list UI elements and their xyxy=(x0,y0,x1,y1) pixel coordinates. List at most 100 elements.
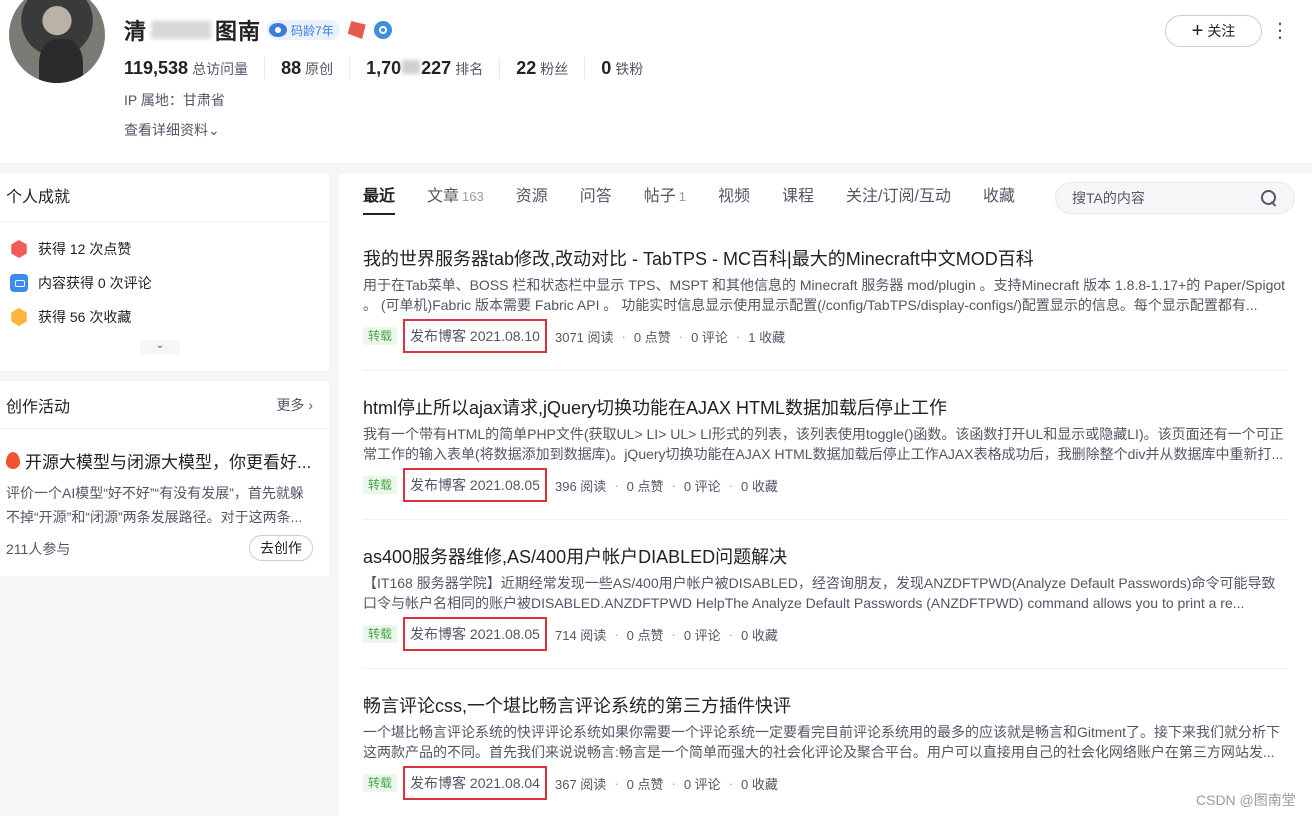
article-title[interactable]: 我的世界服务器tab修改,改动对比 - TabTPS - MC百科|最大的Min… xyxy=(363,247,1288,271)
tab-recent[interactable]: 最近 xyxy=(363,174,396,222)
tab-resources[interactable]: 资源 xyxy=(516,174,548,222)
separator-dot: · xyxy=(614,775,619,791)
achievement-likes: 获得 12 次点赞 xyxy=(0,232,329,266)
tab-qa[interactable]: 问答 xyxy=(580,174,612,222)
article-list: 我的世界服务器tab修改,改动对比 - TabTPS - MC百科|最大的Min… xyxy=(363,222,1288,816)
tab-courses[interactable]: 课程 xyxy=(782,174,814,222)
avatar[interactable] xyxy=(6,0,108,86)
medal-blue-icon[interactable] xyxy=(373,21,392,39)
separator-dot: · xyxy=(735,328,741,344)
separator-dot: · xyxy=(671,626,676,642)
stat-number-end: 227 xyxy=(421,58,452,78)
repost-tag: 转载 xyxy=(363,774,398,792)
tab-follow-subscribe[interactable]: 关注/订阅/互动 xyxy=(846,174,951,222)
activity-topic-text: 开源大模型与闭源大模型，你更看好... xyxy=(25,453,312,472)
search-input[interactable] xyxy=(1055,182,1295,214)
article-meta: 转载 发布博客 2021.08.05 396 阅读 · 0 点赞 · 0 评论 · 0… xyxy=(363,468,786,502)
achievement-favorites: 获得 56 次收藏 xyxy=(0,300,329,334)
like-icon xyxy=(11,240,27,258)
repost-tag: 转载 xyxy=(363,476,398,494)
article-item[interactable]: 我的世界服务器tab修改,改动对比 - TabTPS - MC百科|最大的Min… xyxy=(363,222,1288,371)
achievements-title: 个人成就 xyxy=(0,174,329,222)
favorite-icon xyxy=(11,308,27,326)
comment-count: 0 评论 xyxy=(691,329,728,345)
stat-number: 0 xyxy=(601,58,612,78)
profile-name-row: 清 图南 码龄7年 xyxy=(124,18,392,44)
follow-button[interactable]: + 关注 xyxy=(1165,15,1262,47)
article-meta: 转载 发布博客 2021.08.05 714 阅读 · 0 点赞 · 0 评论 · 0… xyxy=(363,617,786,651)
go-create-button[interactable]: 去创作 xyxy=(249,535,313,561)
read-count: 3071 阅读 xyxy=(554,329,614,345)
achievement-comments: 内容获得 0 次评论 xyxy=(0,266,329,300)
eye-icon xyxy=(269,23,288,37)
publish-date: 发布博客 2021.08.10 xyxy=(403,319,547,353)
like-count: 0 点赞 xyxy=(626,478,664,494)
article-item[interactable]: 畅言评论css,一个堪比畅言评论系统的第三方插件快评 一个堪比畅言评论系统的快评… xyxy=(363,669,1288,816)
name-redacted-block xyxy=(151,21,212,39)
activity-more-link[interactable]: 更多 › xyxy=(276,395,313,415)
main-content: 最近 文章163 资源 问答 帖子1 视频 课程 关注/订阅/互动 收藏 我的世… xyxy=(339,174,1312,816)
separator-dot: · xyxy=(671,477,676,493)
stat-rank[interactable]: 1,70 227 排名 xyxy=(349,58,499,79)
tab-count: 1 xyxy=(678,189,687,204)
tab-label: 关注/订阅/互动 xyxy=(846,188,951,205)
stat-fans[interactable]: 22 粉丝 xyxy=(499,58,584,79)
stat-label: 原创 xyxy=(305,61,334,77)
tab-label: 最近 xyxy=(363,188,396,205)
article-item[interactable]: html停止所以ajax请求,jQuery切换功能在AJAX HTML数据加载后… xyxy=(363,371,1288,520)
separator-dot: · xyxy=(728,477,734,493)
stat-original[interactable]: 88 原创 xyxy=(264,58,349,79)
follow-label: 关注 xyxy=(1207,23,1236,39)
activity-card: 创作活动 更多 › 开源大模型与闭源大模型，你更看好... 评价一个AI模型“好… xyxy=(0,381,329,576)
separator-dot: · xyxy=(678,328,684,344)
tab-label: 课程 xyxy=(782,188,815,205)
expand-achievements-button[interactable]: ⌄ xyxy=(140,340,180,354)
activity-topic[interactable]: 开源大模型与闭源大模型，你更看好... xyxy=(6,448,311,473)
activity-header: 创作活动 更多 › xyxy=(0,381,329,429)
achievement-text: 内容获得 0 次评论 xyxy=(38,275,152,291)
years-badge[interactable]: 码龄7年 xyxy=(267,20,340,40)
activity-title: 创作活动 xyxy=(6,398,71,416)
comment-icon xyxy=(10,274,28,292)
search-icon[interactable] xyxy=(1261,190,1277,206)
tab-label: 视频 xyxy=(718,188,751,205)
like-count: 0 点赞 xyxy=(633,329,671,345)
article-description: 用于在Tab菜单、BOSS 栏和状态栏中显示 TPS、MSPT 和其他信息的 M… xyxy=(363,277,1286,313)
stat-number: 22 xyxy=(516,58,537,78)
plus-icon: + xyxy=(1191,20,1204,42)
years-badge-label: 码龄7年 xyxy=(291,23,334,38)
favorite-count: 0 收藏 xyxy=(741,627,778,643)
article-title[interactable]: 畅言评论css,一个堪比畅言评论系统的第三方插件快评 xyxy=(363,694,1288,718)
article-meta: 转载 发布博客 2021.08.10 3071 阅读 · 0 点赞 · 0 评论 · … xyxy=(363,319,793,353)
article-title[interactable]: html停止所以ajax请求,jQuery切换功能在AJAX HTML数据加载后… xyxy=(363,396,1288,420)
view-details-link[interactable]: 查看详细资料⌄ xyxy=(124,120,220,140)
fire-icon xyxy=(6,452,20,469)
csdn-watermark: CSDN @图南堂 xyxy=(1196,792,1296,808)
tab-favorites[interactable]: 收藏 xyxy=(983,174,1015,222)
tab-articles[interactable]: 文章 163 xyxy=(427,174,484,222)
article-title[interactable]: as400服务器维修,AS/400用户帐户DIABLED问题解决 xyxy=(363,545,1288,569)
article-description: 一个堪比畅言评论系统的快评评论系统如果你需要一个评论系统一定要看完目前评论系统用… xyxy=(363,724,1281,760)
medal-red-icon[interactable] xyxy=(347,21,366,39)
profile-name-end: 图南 xyxy=(215,19,262,44)
tab-label: 问答 xyxy=(579,188,612,205)
stat-label: 排名 xyxy=(455,61,484,77)
stat-label: 铁粉 xyxy=(615,61,644,77)
view-details-label: 查看详细资料 xyxy=(124,122,208,138)
stat-visits[interactable]: 119,538 总访问量 xyxy=(124,58,264,79)
like-count: 0 点赞 xyxy=(626,776,664,792)
favorite-count: 1 收藏 xyxy=(748,329,786,345)
separator-dot: · xyxy=(671,775,676,791)
stat-number-start: 1,70 xyxy=(366,58,402,78)
tab-videos[interactable]: 视频 xyxy=(718,174,750,222)
stat-iron-fans[interactable]: 0 铁粉 xyxy=(584,58,659,79)
profile-name-start: 清 xyxy=(124,19,148,44)
chevron-down-icon: ⌄ xyxy=(208,122,220,138)
tab-posts[interactable]: 帖子 1 xyxy=(644,174,686,222)
rank-redacted-block xyxy=(402,60,421,74)
activity-description: 评价一个AI模型“好不好”“有没有发展”，首先就躲不掉“开源”和“闭源”两条发展… xyxy=(6,485,304,525)
article-item[interactable]: as400服务器维修,AS/400用户帐户DIABLED问题解决 【IT168 … xyxy=(363,520,1288,669)
stat-number: 88 xyxy=(281,58,302,78)
favorite-count: 0 收藏 xyxy=(741,776,778,792)
more-options-icon[interactable]: ⋮ xyxy=(1270,18,1290,44)
